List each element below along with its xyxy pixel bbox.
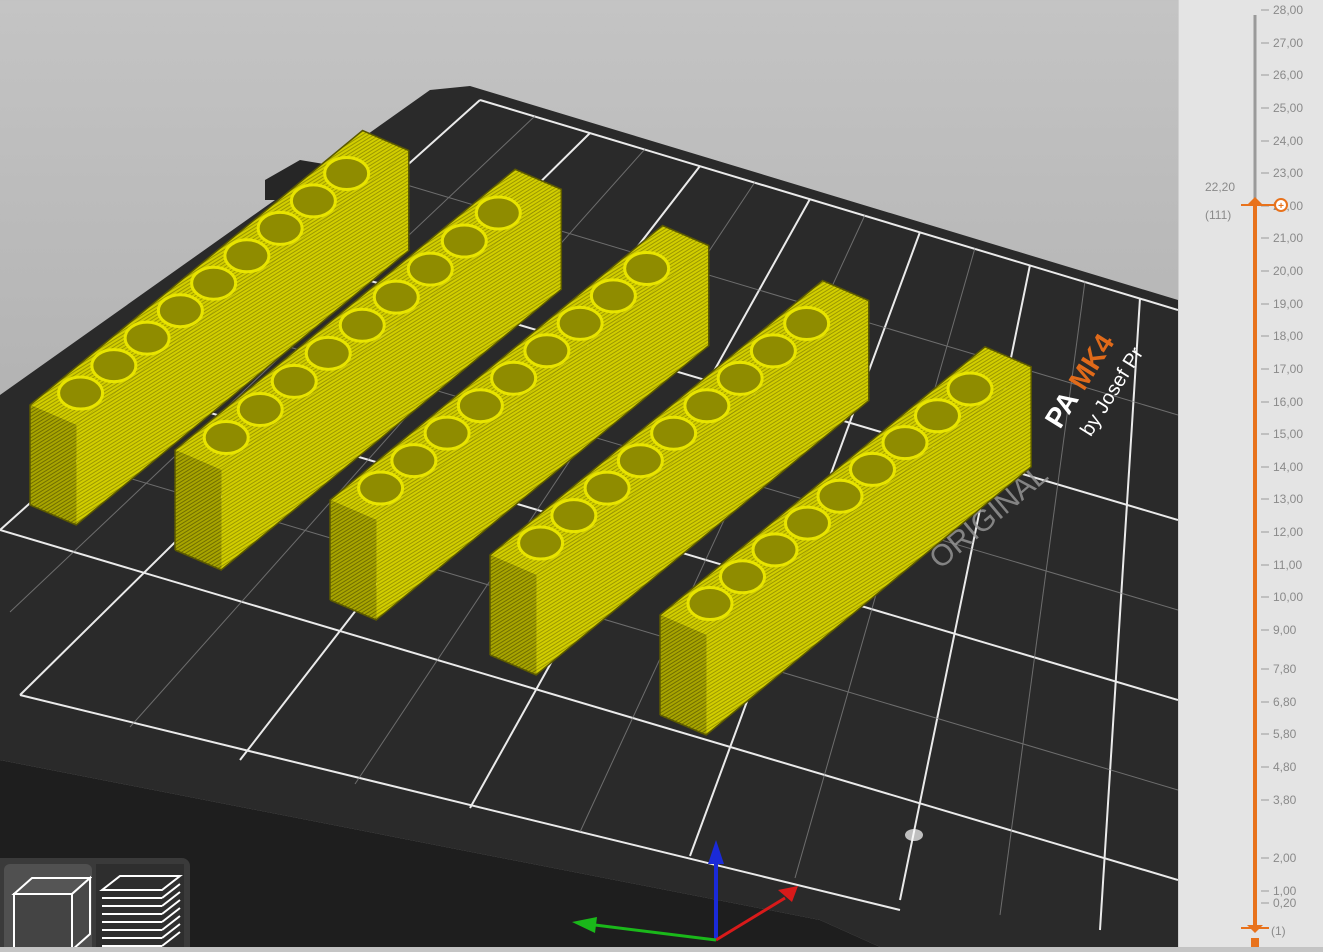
tick-label: 17,00 xyxy=(1273,362,1303,376)
current-height-label: 22,20 xyxy=(1205,180,1235,194)
tray-pocket xyxy=(550,498,598,534)
3d-view-button[interactable] xyxy=(4,864,93,952)
tray-pocket xyxy=(816,478,864,514)
tray-pocket xyxy=(256,210,304,246)
tick-label: 2,00 xyxy=(1273,851,1297,865)
tray-pocket xyxy=(202,420,250,456)
tray-pocket xyxy=(784,505,832,541)
tick-label: 5,80 xyxy=(1273,727,1297,741)
tray-end xyxy=(490,555,537,675)
tick-label: 0,20 xyxy=(1273,896,1297,910)
tick-label: 13,00 xyxy=(1273,492,1303,506)
upper-layer-thumb[interactable]: + xyxy=(1241,197,1288,212)
tray-pocket xyxy=(390,443,438,479)
tray-pocket xyxy=(583,470,631,506)
tick-label: 6,80 xyxy=(1273,695,1297,709)
tray-pocket xyxy=(683,388,731,424)
tick-label: 18,00 xyxy=(1273,329,1303,343)
tray-pocket xyxy=(523,333,571,369)
tray-pocket xyxy=(650,415,698,451)
tray-pocket xyxy=(357,470,405,506)
current-layer-label: (111) xyxy=(1205,208,1231,222)
tick-label: 21,00 xyxy=(1273,231,1303,245)
tray-pocket xyxy=(556,305,604,341)
tick-label: 26,00 xyxy=(1273,68,1303,82)
tick-label: 20,00 xyxy=(1273,264,1303,278)
tray-pocket xyxy=(289,183,337,219)
layer-ticks: 28,0027,0026,0025,0024,0023,0022,0021,00… xyxy=(1261,3,1303,910)
tick-label: 14,00 xyxy=(1273,460,1303,474)
tray-pocket xyxy=(946,371,994,407)
tray-pocket xyxy=(623,250,671,286)
tray-pocket xyxy=(914,398,962,434)
tray-pocket xyxy=(406,251,454,287)
tray-pocket xyxy=(749,333,797,369)
tray-end xyxy=(660,615,707,735)
tick-label: 11,00 xyxy=(1273,558,1302,572)
tick-label: 23,00 xyxy=(1273,166,1303,180)
tick-label: 25,00 xyxy=(1273,101,1303,115)
tray-pocket xyxy=(719,559,767,595)
3d-viewport[interactable]: PA MK4 by Josef Pr ORIGINAL xyxy=(0,0,1178,947)
tick-label: 7,80 xyxy=(1273,662,1297,676)
layer-slider-panel: 28,00 27,00 26,00 25,00 24,00 23,00 22,00 21,00… xyxy=(1178,0,1323,947)
tray-pocket xyxy=(716,360,764,396)
tray-end xyxy=(30,405,77,525)
tray-pocket xyxy=(456,388,504,424)
tray-pocket xyxy=(686,586,734,622)
tray-pocket xyxy=(849,451,897,487)
tray-pocket xyxy=(751,532,799,568)
tray-pocket xyxy=(517,525,565,561)
tray-pocket xyxy=(123,320,171,356)
tick-label: 15,00 xyxy=(1273,427,1303,441)
layers-icon xyxy=(99,875,183,947)
tray-pocket xyxy=(589,278,637,314)
cube-icon xyxy=(11,875,93,952)
tick-label: 28,00 xyxy=(1273,3,1303,17)
view-toolbar xyxy=(0,858,190,952)
tray-end xyxy=(330,500,377,620)
tray-pocket xyxy=(616,443,664,479)
tick-label: 16,00 xyxy=(1273,395,1303,409)
tick-label: 4,80 xyxy=(1273,760,1297,774)
tick-label: 3,80 xyxy=(1273,793,1297,807)
tray-pocket xyxy=(270,363,318,399)
tray-pocket xyxy=(236,391,284,427)
tray-pocket xyxy=(474,195,522,231)
tray-pocket xyxy=(881,425,929,461)
tray-pocket xyxy=(223,238,271,274)
tray-pocket xyxy=(440,223,488,259)
preview-button[interactable] xyxy=(96,864,184,947)
tray-pocket xyxy=(57,375,105,411)
tray-pocket xyxy=(490,360,538,396)
lower-layer-thumb[interactable] xyxy=(1241,925,1269,947)
add-color-change-icon: + xyxy=(1278,201,1284,212)
tick-label: 27,00 xyxy=(1273,36,1303,50)
tick-label: 12,00 xyxy=(1273,525,1303,539)
tray-pocket xyxy=(423,415,471,451)
bottom-layer-label: (1) xyxy=(1271,924,1286,938)
tick-label: 9,00 xyxy=(1273,623,1297,637)
tray-pocket xyxy=(304,335,352,371)
tray-pocket xyxy=(323,155,371,191)
tray-pocket xyxy=(783,305,831,341)
tray-pocket xyxy=(90,348,138,384)
tick-label: 24,00 xyxy=(1273,134,1303,148)
tray-pocket xyxy=(190,265,238,301)
print-bed-scene[interactable]: PA MK4 by Josef Pr ORIGINAL xyxy=(0,0,1178,947)
tray-pocket xyxy=(372,279,420,315)
tray-pocket xyxy=(156,293,204,329)
tray-pocket xyxy=(338,307,386,343)
tick-label: 19,00 xyxy=(1273,297,1303,311)
tray-end xyxy=(175,450,222,570)
tick-label: 10,00 xyxy=(1273,590,1303,604)
